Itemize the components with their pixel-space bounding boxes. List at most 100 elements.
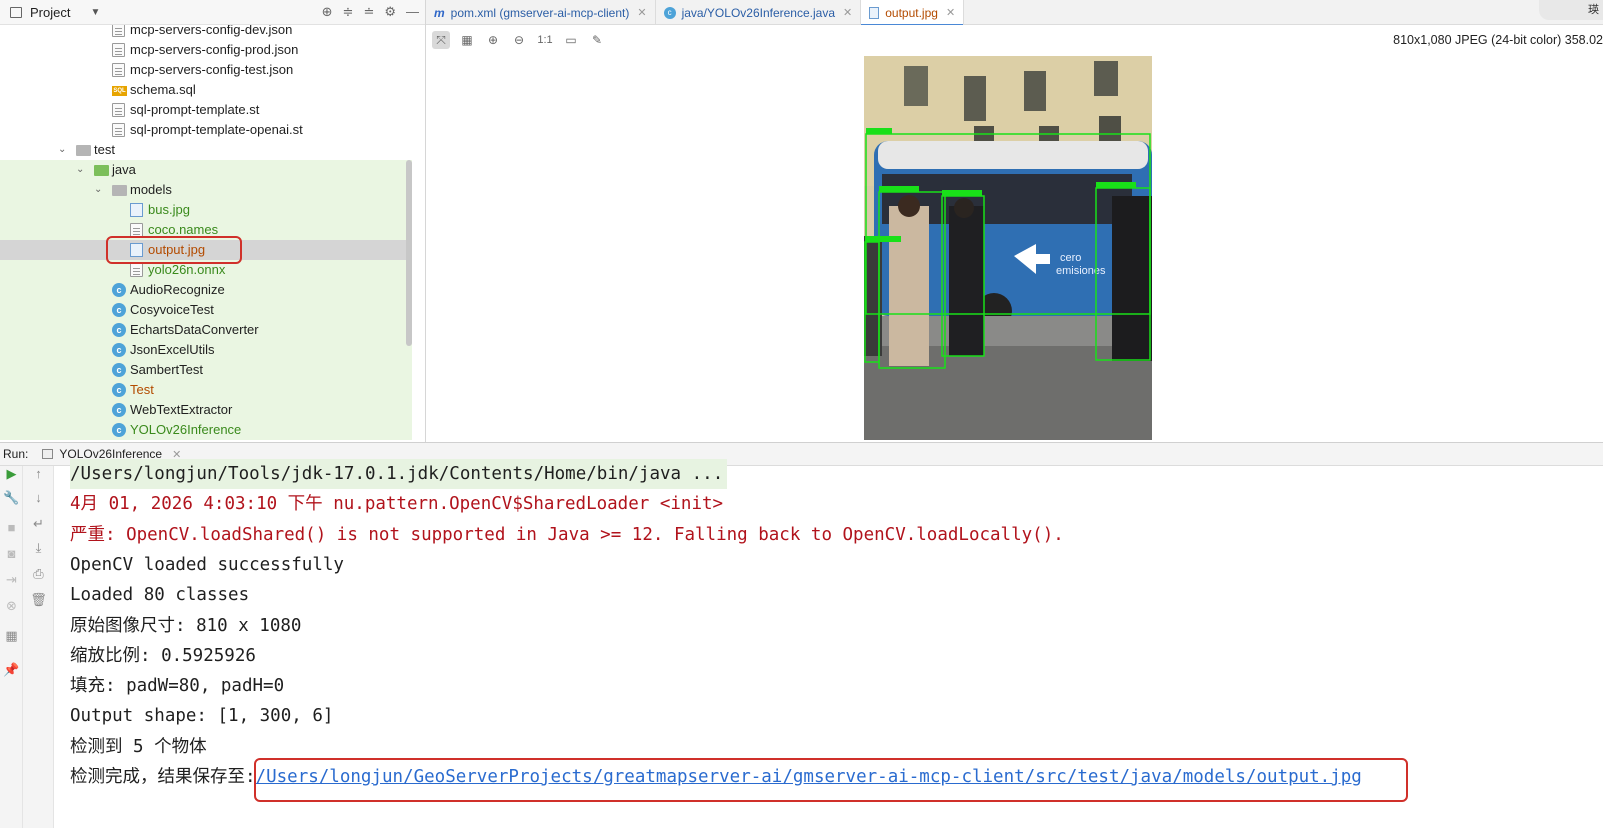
actual-size-button[interactable]: 1:1 bbox=[536, 31, 554, 49]
text-file-icon bbox=[112, 123, 125, 137]
project-panel: mcp-servers-config-dev.json mcp-servers-c… bbox=[0, 0, 426, 442]
chevron-down-icon[interactable]: ⌄ bbox=[76, 160, 84, 180]
svg-text:cero: cero bbox=[1060, 252, 1081, 264]
tree-item-label: SambertTest bbox=[130, 362, 203, 377]
project-tree: mcp-servers-config-dev.json mcp-servers-c… bbox=[0, 20, 412, 440]
image-viewer-toolbar: ⤧ ▦ ⊕ ⊖ 1:1 ▭ ✎ bbox=[432, 31, 606, 49]
color-picker-icon[interactable]: ✎ bbox=[588, 31, 606, 49]
class-icon: c bbox=[112, 283, 126, 297]
run-label: Run: bbox=[3, 447, 29, 461]
tree-item-label: sql-prompt-template.st bbox=[130, 102, 260, 117]
class-icon: c bbox=[112, 383, 126, 397]
minimize-icon[interactable]: — bbox=[406, 4, 419, 20]
tree-item-label: bus.jpg bbox=[148, 202, 190, 217]
print-icon[interactable]: ⎙ bbox=[27, 566, 50, 582]
console-actions: ↑ ↓ ↵ ⤓ ⎙ 🗑 bbox=[23, 466, 54, 828]
scroll-to-end-icon[interactable]: ⤓ bbox=[27, 540, 50, 556]
console-line: Output shape: [1, 300, 6] bbox=[70, 706, 334, 727]
class-icon: c bbox=[112, 343, 126, 357]
project-panel-title[interactable]: Project bbox=[30, 5, 70, 20]
tree-item-label: models bbox=[130, 182, 172, 197]
tree-item-label: test bbox=[94, 142, 115, 157]
maven-icon: m bbox=[434, 5, 445, 20]
tree-item-label: Test bbox=[130, 382, 154, 397]
rerun-icon[interactable]: ▶ bbox=[0, 466, 23, 482]
fit-to-window-icon[interactable]: ⤧ bbox=[432, 31, 450, 49]
tree-item-sql-prompt-template-openai-st[interactable]: sql-prompt-template-openai.st bbox=[0, 120, 412, 140]
tree-item-label: AudioRecognize bbox=[130, 282, 225, 297]
class-icon: c bbox=[112, 363, 126, 377]
tree-item-models[interactable]: ⌄ models bbox=[0, 180, 412, 200]
tree-item-schema-sql[interactable]: SQL schema.sql bbox=[0, 80, 412, 100]
sql-file-icon: SQL bbox=[112, 86, 127, 96]
editor-tabs: m pom.xml (gmserver-ai-mcp-client) ✕ c j… bbox=[426, 0, 1603, 26]
console-line: 检测到 5 个物体 bbox=[70, 736, 207, 757]
locate-icon[interactable]: ⊕ bbox=[322, 4, 333, 20]
tree-item-mcp-servers-config-test-json[interactable]: mcp-servers-config-test.json bbox=[0, 60, 412, 80]
wrench-icon[interactable]: 🔧 bbox=[0, 490, 23, 506]
tab-yolo-java[interactable]: c java/YOLOv26Inference.java ✕ bbox=[656, 0, 862, 25]
layout-icon[interactable]: ▦ bbox=[0, 628, 23, 644]
close-icon[interactable]: ✕ bbox=[843, 6, 852, 19]
tree-item-yolov26inference[interactable]: c YOLOv26Inference bbox=[0, 420, 412, 440]
tab-pom-xml[interactable]: m pom.xml (gmserver-ai-mcp-client) ✕ bbox=[426, 0, 656, 25]
console-line: 严重: OpenCV.loadShared() is not supported… bbox=[70, 524, 1064, 545]
tree-item-test[interactable]: c Test bbox=[0, 380, 412, 400]
console-line: Loaded 80 classes bbox=[70, 585, 250, 606]
chevron-down-icon[interactable]: ⌄ bbox=[94, 180, 102, 200]
tree-item-label: sql-prompt-template-openai.st bbox=[130, 122, 303, 137]
tree-item-label: YOLOv26Inference bbox=[130, 422, 242, 437]
tree-item-test[interactable]: ⌄ test bbox=[0, 140, 412, 160]
tree-item-mcp-servers-config-prod-json[interactable]: mcp-servers-config-prod.json bbox=[0, 40, 412, 60]
expand-all-icon[interactable]: ≑ bbox=[343, 4, 354, 20]
zoom-out-icon[interactable]: ⊖ bbox=[510, 31, 528, 49]
chevron-down-icon[interactable]: ▼ bbox=[90, 7, 100, 18]
run-console[interactable]: /Users/longjun/Tools/jdk-17.0.1.jdk/Cont… bbox=[54, 459, 1603, 828]
arrow-up-icon[interactable]: ↑ bbox=[27, 466, 50, 481]
tree-item-samberttest[interactable]: c SambertTest bbox=[0, 360, 412, 380]
soft-wrap-icon[interactable]: ↵ bbox=[27, 516, 50, 532]
background-icon[interactable]: ▭ bbox=[562, 31, 580, 49]
tree-item-label: mcp-servers-config-prod.json bbox=[130, 42, 299, 57]
close-icon[interactable]: ✕ bbox=[637, 6, 646, 19]
console-line: /Users/longjun/Tools/jdk-17.0.1.jdk/Cont… bbox=[70, 459, 728, 489]
arrow-down-icon[interactable]: ↓ bbox=[27, 490, 50, 505]
console-line: 原始图像尺寸: 810 x 1080 bbox=[70, 615, 302, 636]
project-panel-header: Project ▼ ⊕ ≑ ≐ ⚙ — bbox=[0, 0, 425, 25]
json-file-icon bbox=[112, 23, 125, 37]
close-icon[interactable]: ✕ bbox=[946, 6, 955, 19]
tree-item-echartsdataconverter[interactable]: c EchartsDataConverter bbox=[0, 320, 412, 340]
grid-icon[interactable]: ▦ bbox=[458, 31, 476, 49]
tree-item-bus-jpg[interactable]: bus.jpg bbox=[0, 200, 412, 220]
tree-item-cosyvoicetest[interactable]: c CosyvoiceTest bbox=[0, 300, 412, 320]
tree-scrollbar[interactable] bbox=[406, 160, 412, 346]
project-panel-icon bbox=[10, 6, 22, 18]
tree-item-java[interactable]: ⌄ java bbox=[0, 160, 412, 180]
exit-icon[interactable]: ⇥ bbox=[0, 572, 23, 588]
pin-icon[interactable]: 📌 bbox=[0, 662, 23, 678]
collapse-all-icon[interactable]: ≐ bbox=[363, 4, 374, 20]
tree-item-audiorecognize[interactable]: c AudioRecognize bbox=[0, 280, 412, 300]
zoom-in-icon[interactable]: ⊕ bbox=[484, 31, 502, 49]
camera-icon[interactable]: ◙ bbox=[0, 546, 23, 561]
trash-icon[interactable]: 🗑 bbox=[27, 592, 50, 608]
tree-item-webtextextractor[interactable]: c WebTextExtractor bbox=[0, 400, 412, 420]
tree-item-sql-prompt-template-st[interactable]: sql-prompt-template.st bbox=[0, 100, 412, 120]
json-file-icon bbox=[112, 63, 125, 77]
class-icon: c bbox=[112, 303, 126, 317]
tree-item-label: JsonExcelUtils bbox=[130, 342, 215, 357]
top-right-badge: 瑛 bbox=[1539, 0, 1603, 20]
class-icon: c bbox=[663, 6, 676, 19]
chevron-down-icon[interactable]: ⌄ bbox=[58, 140, 66, 160]
text-file-icon bbox=[130, 223, 143, 237]
stop-icon[interactable]: ■ bbox=[0, 520, 23, 535]
console-line: 缩放比例: 0.5925926 bbox=[70, 645, 256, 666]
tree-item-jsonexcelutils[interactable]: c JsonExcelUtils bbox=[0, 340, 412, 360]
tab-output-jpg[interactable]: output.jpg ✕ bbox=[861, 0, 965, 26]
folder-icon bbox=[112, 185, 127, 196]
debug-icon[interactable]: ⊗ bbox=[0, 598, 23, 614]
gear-icon[interactable]: ⚙ bbox=[384, 4, 396, 20]
class-icon: c bbox=[112, 423, 126, 437]
tree-item-label: WebTextExtractor bbox=[130, 402, 233, 417]
output-path-annotation bbox=[254, 758, 1408, 802]
